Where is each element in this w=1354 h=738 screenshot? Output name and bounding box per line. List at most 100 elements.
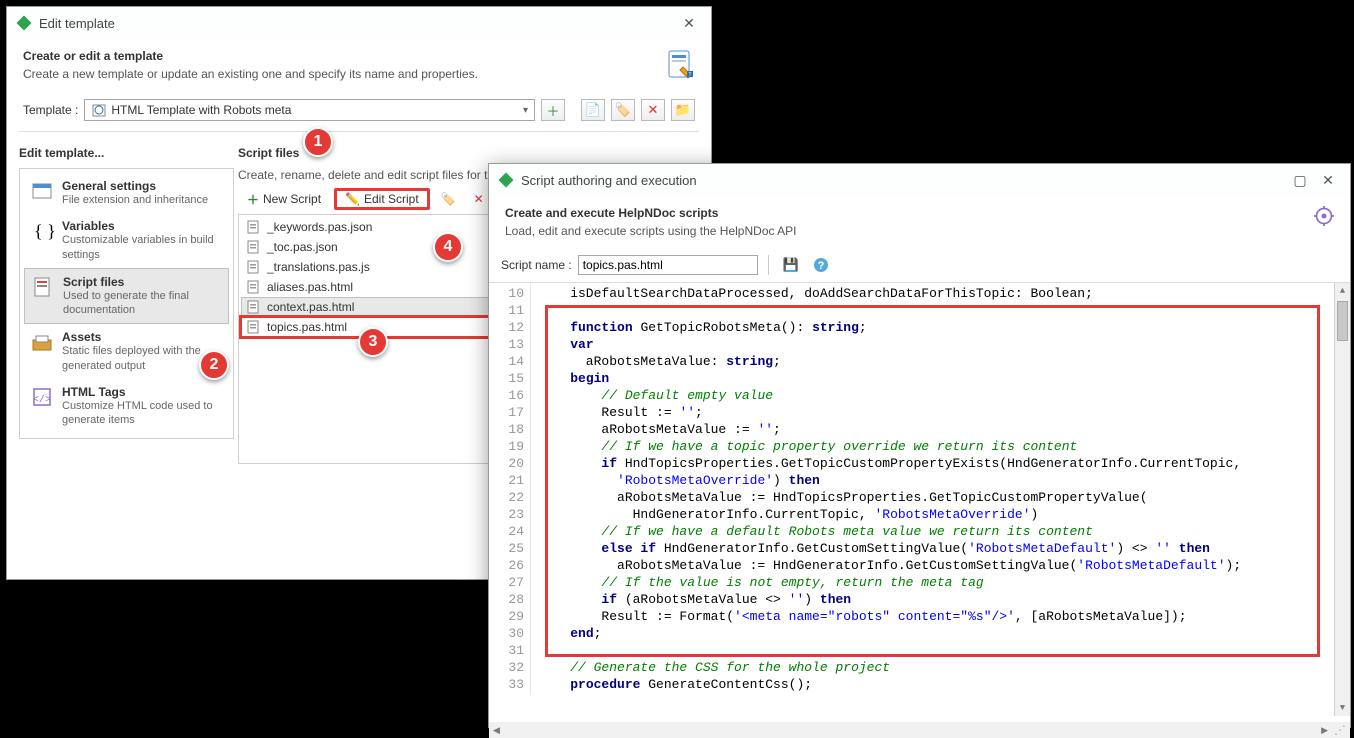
file-icon: [245, 219, 261, 235]
script-name-row: Script name : 💾 ?: [489, 250, 1350, 280]
svg-text:</>: </>: [33, 394, 51, 406]
nav-desc: File extension and inheritance: [62, 193, 208, 207]
open-folder-button[interactable]: 📁: [671, 99, 695, 121]
code-line: Result := Format('<meta name="robots" co…: [539, 608, 1350, 625]
code-line: 'RobotsMetaOverride') then: [539, 472, 1350, 489]
code-line: aRobotsMetaValue := HndTopicsProperties.…: [539, 489, 1350, 506]
left-panel: Edit template... General settings File e…: [19, 140, 234, 464]
nav-item-html-tags[interactable]: </> HTML Tags Customize HTML code used t…: [24, 379, 229, 434]
file-name: aliases.pas.html: [267, 280, 353, 294]
code-line: begin: [539, 370, 1350, 387]
dialog-header: Create or edit a template Create a new t…: [7, 39, 711, 93]
nav-desc: Customizable variables in build settings: [62, 233, 223, 262]
code-line: procedure GenerateContentCss();: [539, 676, 1350, 693]
dialog-title: Create and execute HelpNDoc scripts: [505, 206, 1302, 220]
template-dropdown[interactable]: HTML Template with Robots meta ▾: [84, 99, 535, 121]
template-value: HTML Template with Robots meta: [111, 103, 291, 117]
new-script-button[interactable]: ＋ New Script: [238, 188, 330, 210]
nav-icon: </>: [30, 385, 54, 409]
file-name: _translations.pas.js: [267, 260, 370, 274]
window-title: Script authoring and execution: [521, 173, 1286, 188]
copy-template-button[interactable]: 📄: [581, 99, 605, 121]
maximize-icon[interactable]: ▢: [1286, 168, 1314, 192]
nav-label: Assets: [62, 330, 223, 344]
script-name-input[interactable]: [578, 255, 758, 275]
nav-label: General settings: [62, 179, 208, 193]
file-icon: [245, 239, 261, 255]
nav-label: HTML Tags: [62, 385, 223, 399]
code-line: // If we have a topic property override …: [539, 438, 1350, 455]
vertical-scrollbar[interactable]: ▲ ▼: [1334, 283, 1350, 716]
code-line: function GetTopicRobotsMeta(): string;: [539, 319, 1350, 336]
code-area[interactable]: isDefaultSearchDataProcessed, doAddSearc…: [531, 283, 1350, 695]
help-icon: ?: [813, 257, 829, 273]
code-line: [539, 642, 1350, 659]
close-icon[interactable]: ✕: [1314, 168, 1342, 192]
code-line: end;: [539, 625, 1350, 642]
nav-label: Script files: [63, 275, 222, 289]
nav-list: General settings File extension and inhe…: [19, 168, 234, 439]
help-button[interactable]: ?: [809, 254, 833, 276]
close-icon[interactable]: ✕: [675, 11, 703, 35]
nav-desc: Customize HTML code used to generate ite…: [62, 399, 223, 428]
nav-icon: [30, 330, 54, 354]
nav-item-general-settings[interactable]: General settings File extension and inhe…: [24, 173, 229, 213]
script-authoring-window: Script authoring and execution ▢ ✕ Creat…: [488, 163, 1351, 728]
code-line: // If we have a default Robots meta valu…: [539, 523, 1350, 540]
file-name: _keywords.pas.json: [267, 220, 372, 234]
code-line: var: [539, 336, 1350, 353]
api-gear-icon: [1314, 206, 1334, 226]
code-line: if (aRobotsMetaValue <> '') then: [539, 591, 1350, 608]
nav-icon: [30, 179, 54, 203]
file-icon: [245, 319, 261, 335]
nav-icon: { }: [30, 219, 54, 243]
rename-script-button[interactable]: 🏷️: [434, 188, 463, 210]
chevron-down-icon: ▾: [523, 105, 528, 116]
code-line: [539, 302, 1350, 319]
code-line: aRobotsMetaValue := HndGeneratorInfo.Get…: [539, 557, 1350, 574]
annotation-badge-2: 2: [199, 350, 229, 380]
code-line: // Generate the CSS for the whole projec…: [539, 659, 1350, 676]
resize-grip-icon[interactable]: ⋰: [1334, 723, 1346, 737]
template-label: Template :: [23, 103, 78, 117]
nav-item-variables[interactable]: { } Variables Customizable variables in …: [24, 213, 229, 268]
file-name: _toc.pas.json: [267, 240, 338, 254]
edit-script-button[interactable]: ✏️ Edit Script: [334, 188, 430, 210]
code-line: // Default empty value: [539, 387, 1350, 404]
html-icon: [91, 102, 107, 118]
code-line: Result := '';: [539, 404, 1350, 421]
edit-script-label: Edit Script: [364, 192, 419, 206]
dialog-subtitle: Create a new template or update an exist…: [23, 67, 651, 81]
titlebar: Edit template ✕: [7, 7, 711, 39]
nav-item-script-files[interactable]: Script files Used to generate the final …: [24, 268, 229, 325]
line-gutter: 1011121314151617181920212223242526272829…: [489, 283, 531, 695]
annotation-badge-1: 1: [303, 127, 333, 157]
script-name-label: Script name :: [501, 258, 572, 272]
file-icon: [245, 259, 261, 275]
new-script-label: New Script: [263, 192, 321, 206]
template-selector-row: Template : HTML Template with Robots met…: [7, 93, 711, 131]
annotation-badge-3: 3: [358, 327, 388, 357]
nav-item-assets[interactable]: Assets Static files deployed with the ge…: [24, 324, 229, 379]
dialog-subtitle: Load, edit and execute scripts using the…: [505, 224, 1302, 238]
file-name: context.pas.html: [267, 300, 354, 314]
save-script-button[interactable]: 💾: [779, 254, 803, 276]
svg-text:T: T: [688, 72, 691, 78]
code-line: aRobotsMetaValue: string;: [539, 353, 1350, 370]
code-editor[interactable]: 1011121314151617181920212223242526272829…: [489, 283, 1350, 716]
code-line: aRobotsMetaValue := '';: [539, 421, 1350, 438]
code-line: // If the value is not empty, return the…: [539, 574, 1350, 591]
titlebar: Script authoring and execution ▢ ✕: [489, 164, 1350, 196]
horizontal-scrollbar[interactable]: ◀ ▶ ⋰: [489, 722, 1350, 738]
add-template-button[interactable]: ＋: [541, 99, 565, 121]
dialog-header: Create and execute HelpNDoc scripts Load…: [489, 196, 1350, 250]
rename-template-button[interactable]: 🏷️: [611, 99, 635, 121]
code-line: HndGeneratorInfo.CurrentTopic, 'RobotsMe…: [539, 506, 1350, 523]
code-line: if HndTopicsProperties.GetTopicCustomPro…: [539, 455, 1350, 472]
delete-template-button[interactable]: ✕: [641, 99, 665, 121]
file-icon: [245, 299, 261, 315]
template-icon: T: [663, 49, 695, 81]
svg-text:?: ?: [817, 260, 824, 272]
svg-text:{ }: { }: [34, 221, 54, 241]
nav-desc: Used to generate the final documentation: [63, 289, 222, 318]
